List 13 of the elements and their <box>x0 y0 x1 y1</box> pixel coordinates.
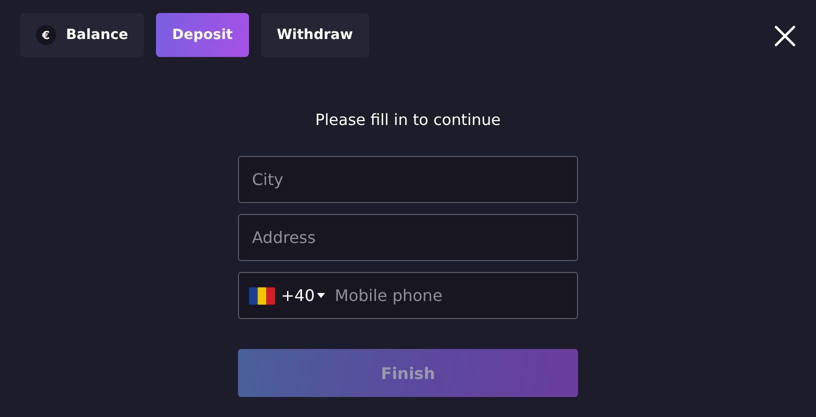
close-button[interactable] <box>774 25 796 47</box>
phone-field[interactable]: +40 Mobile phone <box>238 272 578 319</box>
tab[interactable]: Withdraw <box>260 13 369 57</box>
input-field[interactable]: City <box>238 156 578 203</box>
input-field[interactable]: Address <box>238 214 578 261</box>
currency-badge: € <box>36 25 56 45</box>
phone-number-input[interactable]: Mobile phone <box>324 286 567 305</box>
form-title: Please fill in to continue <box>315 111 501 129</box>
flag-icon <box>249 286 275 304</box>
tab[interactable]: Deposit <box>156 13 249 57</box>
caret-icon <box>316 293 325 298</box>
tab[interactable]: € Balance <box>20 13 144 57</box>
country-code-select[interactable]: +40 <box>281 286 325 305</box>
